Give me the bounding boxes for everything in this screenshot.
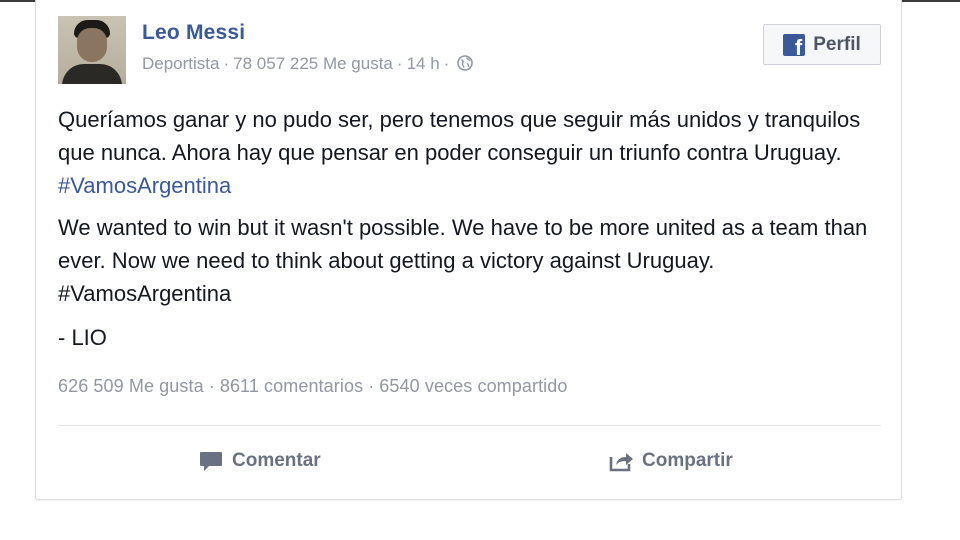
profile-button-label: Perfil — [813, 33, 861, 55]
post-text-english: We wanted to win but it wasn't possible.… — [58, 215, 868, 306]
stats-separator: · — [208, 376, 215, 396]
meta-separator: · — [396, 54, 403, 73]
shares-count[interactable]: 6540 veces compartido — [379, 376, 567, 396]
post-time[interactable]: 14 h — [407, 54, 440, 73]
comments-count[interactable]: 8611 comentarios — [220, 376, 363, 396]
post-signature: - LIO — [58, 325, 107, 350]
author-category: Deportista — [142, 54, 220, 73]
comment-button[interactable]: Comentar — [198, 447, 321, 475]
meta-separator: · — [443, 54, 450, 73]
hashtag-link[interactable]: #VamosArgentina — [58, 173, 231, 198]
share-button[interactable]: Compartir — [608, 447, 733, 475]
likes-count[interactable]: 626 509 Me gusta — [58, 376, 204, 396]
meta-separator: · — [223, 54, 230, 73]
post-meta: Deportista · 78 057 225 Me gusta · 14 h · — [142, 54, 474, 74]
author-name[interactable]: Leo Messi — [142, 21, 245, 45]
post-text-spanish: Queríamos ganar y no pudo ser, pero tene… — [58, 103, 878, 202]
comment-button-label: Comentar — [232, 450, 321, 471]
post-stats: 626 509 Me gusta · 8611 comentarios · 6540 v… — [58, 376, 568, 397]
avatar[interactable] — [58, 16, 126, 84]
spanish-body: Queríamos ganar y no pudo ser, pero tene… — [58, 107, 861, 165]
globe-icon[interactable] — [457, 55, 474, 71]
facebook-icon: f — [783, 33, 806, 56]
speech-bubble-icon — [200, 452, 222, 471]
avatar-body — [62, 64, 122, 84]
profile-button[interactable]: f Perfil — [763, 24, 881, 65]
post-card: Leo Messi Deportista · 78 057 225 Me gusta… — [35, 0, 902, 500]
share-button-label: Compartir — [642, 450, 733, 471]
avatar-face — [77, 28, 107, 62]
share-arrow-icon — [609, 453, 633, 472]
page-likes[interactable]: 78 057 225 Me gusta — [233, 54, 393, 73]
actions-divider — [58, 425, 881, 426]
stats-separator: · — [368, 376, 375, 396]
